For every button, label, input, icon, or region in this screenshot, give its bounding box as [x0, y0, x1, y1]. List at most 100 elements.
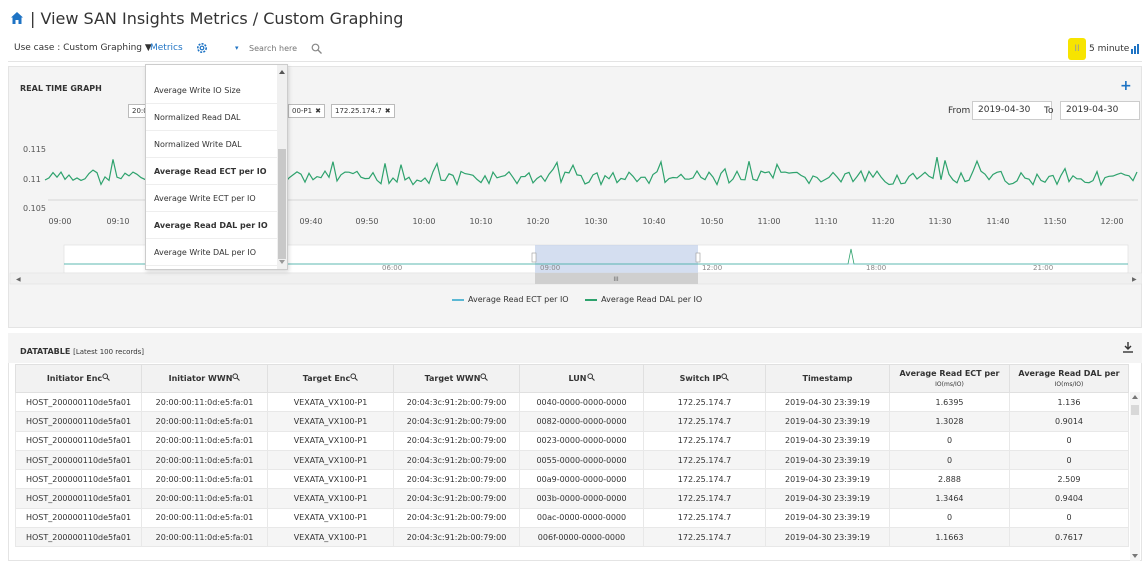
metric-option-selected[interactable]: Average Read DAL per IO — [146, 212, 278, 239]
dropdown-scrollbar-thumb[interactable] — [278, 149, 286, 259]
metric-option-selected[interactable]: Average Read ECT per IO — [146, 158, 278, 185]
metric-option[interactable]: Average Write IO Size — [146, 77, 278, 104]
column-header[interactable]: Initiator Enc — [15, 364, 142, 393]
column-header[interactable]: Switch IP — [643, 364, 766, 393]
scroll-up-icon[interactable] — [1130, 392, 1140, 402]
filter-tag[interactable]: 172.25.174.7 ✖ — [331, 104, 395, 118]
scroll-left-icon[interactable]: ◀ — [16, 276, 21, 283]
datatable-scrollbar[interactable] — [1130, 392, 1140, 561]
navigator-handle-right[interactable] — [695, 252, 701, 263]
table-row[interactable]: HOST_200000110de5fa01 20:00:00:11:0d:e5:f… — [15, 488, 1129, 509]
table-row[interactable]: HOST_200000110de5fa01 20:00:00:11:0d:e5:f… — [15, 469, 1129, 490]
add-graph-icon[interactable]: + — [1120, 78, 1132, 94]
title-bar: | View SAN Insights Metrics / Custom Gra… — [0, 0, 1142, 36]
search-icon[interactable] — [586, 373, 595, 382]
scroll-down-icon[interactable] — [1130, 551, 1140, 561]
close-icon[interactable]: ✖ — [315, 107, 321, 115]
table-cell: HOST_200000110de5fa01 — [15, 469, 142, 490]
interval-selector[interactable]: 5 minute — [1089, 44, 1129, 54]
scroll-up-icon[interactable] — [277, 67, 287, 77]
column-header-label: Switch IP — [679, 374, 722, 384]
x-tick-label: 10:20 — [526, 217, 549, 226]
table-cell: 2019-04-30 23:39:19 — [765, 488, 890, 509]
column-header[interactable]: Average Read DAL per IO(ms/IO) — [1009, 364, 1129, 393]
table-row[interactable]: HOST_200000110de5fa01 20:00:00:11:0d:e5:f… — [15, 430, 1129, 451]
table-cell: 20:04:3c:91:2b:00:79:00 — [393, 469, 520, 490]
table-row[interactable]: HOST_200000110de5fa01 20:00:00:11:0d:e5:f… — [15, 507, 1129, 529]
table-cell: VEXATA_VX100-P1 — [267, 527, 394, 548]
navigator-tick-label: 06:00 — [382, 264, 402, 272]
column-header-label: LUN — [568, 374, 587, 384]
metric-option[interactable]: Average Write ECT per IO — [146, 185, 278, 212]
download-icon[interactable] — [1122, 341, 1134, 353]
table-cell: 0.9014 — [1009, 411, 1129, 432]
legend-item[interactable]: Average Read DAL per IO — [585, 295, 702, 304]
column-header[interactable]: Target WWN — [393, 364, 520, 393]
from-date-input[interactable]: 2019-04-30 — [972, 101, 1052, 120]
column-header-label: Target Enc — [302, 374, 351, 384]
column-header-unit: IO(ms/IO) — [1054, 380, 1084, 388]
x-tick-label: 11:00 — [757, 217, 780, 226]
table-cell: 2019-04-30 23:39:19 — [765, 469, 890, 490]
pause-button[interactable]: II — [1068, 38, 1086, 60]
column-header-unit: IO(ms/IO) — [935, 380, 964, 388]
to-date-input[interactable]: 2019-04-30 — [1060, 101, 1140, 120]
metrics-dropdown[interactable]: Metrics — [150, 43, 183, 53]
search-icon[interactable] — [102, 373, 111, 382]
table-cell: 00ac-0000-0000-0000 — [519, 507, 644, 529]
search-icon[interactable] — [350, 373, 359, 382]
table-cell: 0055-0000-0000-0000 — [519, 449, 644, 471]
scrollbar-grip-icon: III — [613, 276, 619, 283]
search-icon[interactable] — [480, 373, 489, 382]
column-header[interactable]: Timestamp — [765, 364, 890, 393]
search-icon[interactable] — [232, 373, 241, 382]
search-icon[interactable] — [311, 43, 322, 54]
close-icon[interactable]: ✖ — [385, 107, 391, 115]
table-row[interactable]: HOST_200000110de5fa01 20:00:00:11:0d:e5:f… — [15, 449, 1129, 471]
table-cell: HOST_200000110de5fa01 — [15, 507, 142, 529]
x-tick-label: 10:10 — [469, 217, 492, 226]
search-scope-caret[interactable]: ▾ — [235, 44, 239, 52]
datatable-header — [8, 333, 1142, 363]
column-header[interactable]: Target Enc — [267, 364, 394, 393]
x-tick-label: 09:00 — [48, 217, 71, 226]
legend-label: Average Read ECT per IO — [468, 295, 569, 304]
use-case-dropdown[interactable]: Use case : Custom Graphing ▼ — [14, 43, 152, 53]
column-header[interactable]: LUN — [519, 364, 644, 393]
scroll-right-icon[interactable]: ▶ — [1132, 276, 1137, 283]
datatable-scrollbar-thumb[interactable] — [1131, 405, 1139, 415]
filter-tag-label: 00-P1 — [292, 107, 313, 115]
legend-item[interactable]: Average Read ECT per IO — [452, 295, 569, 304]
x-tick-label: 10:00 — [412, 217, 435, 226]
navigator-handle-left[interactable] — [531, 252, 537, 263]
table-cell: 0 — [889, 507, 1010, 529]
navigator-tick-label: 21:00 — [1033, 264, 1053, 272]
table-cell: 20:00:00:11:0d:e5:fa:01 — [141, 469, 268, 490]
column-header-label: Timestamp — [802, 373, 853, 383]
metric-option[interactable]: Normalized Read DAL — [146, 104, 278, 131]
table-row[interactable]: HOST_200000110de5fa01 20:00:00:11:0d:e5:f… — [15, 391, 1129, 413]
metric-option[interactable]: Normalized Write DAL — [146, 131, 278, 158]
table-cell: 20:00:00:11:0d:e5:fa:01 — [141, 449, 268, 471]
table-cell: 00a9-0000-0000-0000 — [519, 469, 644, 490]
filter-tag[interactable]: 00-P1 ✖ — [288, 104, 325, 118]
navigator-tick-label: 12:00 — [702, 264, 722, 272]
table-row[interactable]: HOST_200000110de5fa01 20:00:00:11:0d:e5:f… — [15, 527, 1129, 548]
search-input[interactable] — [249, 44, 309, 53]
column-header[interactable]: Initiator WWN — [141, 364, 268, 393]
table-cell: 172.25.174.7 — [643, 507, 766, 529]
gear-icon[interactable] — [196, 42, 208, 54]
home-icon[interactable] — [11, 12, 23, 24]
column-header[interactable]: Average Read ECT per IO(ms/IO) — [889, 364, 1010, 393]
table-cell: 172.25.174.7 — [643, 527, 766, 548]
column-header-label: Average Read DAL per — [1018, 368, 1120, 378]
datatable: Initiator Enc Initiator WWN Target Enc Targ… — [15, 364, 1129, 548]
table-cell: 172.25.174.7 — [643, 411, 766, 432]
search-icon[interactable] — [721, 373, 730, 382]
metric-option[interactable]: Average Write DAL per IO — [146, 239, 278, 266]
table-cell: 2019-04-30 23:39:19 — [765, 391, 890, 413]
bar-chart-icon[interactable] — [1131, 44, 1141, 54]
table-cell: 006f-0000-0000-0000 — [519, 527, 644, 548]
table-row[interactable]: HOST_200000110de5fa01 20:00:00:11:0d:e5:f… — [15, 411, 1129, 432]
from-label: From — [948, 106, 971, 116]
